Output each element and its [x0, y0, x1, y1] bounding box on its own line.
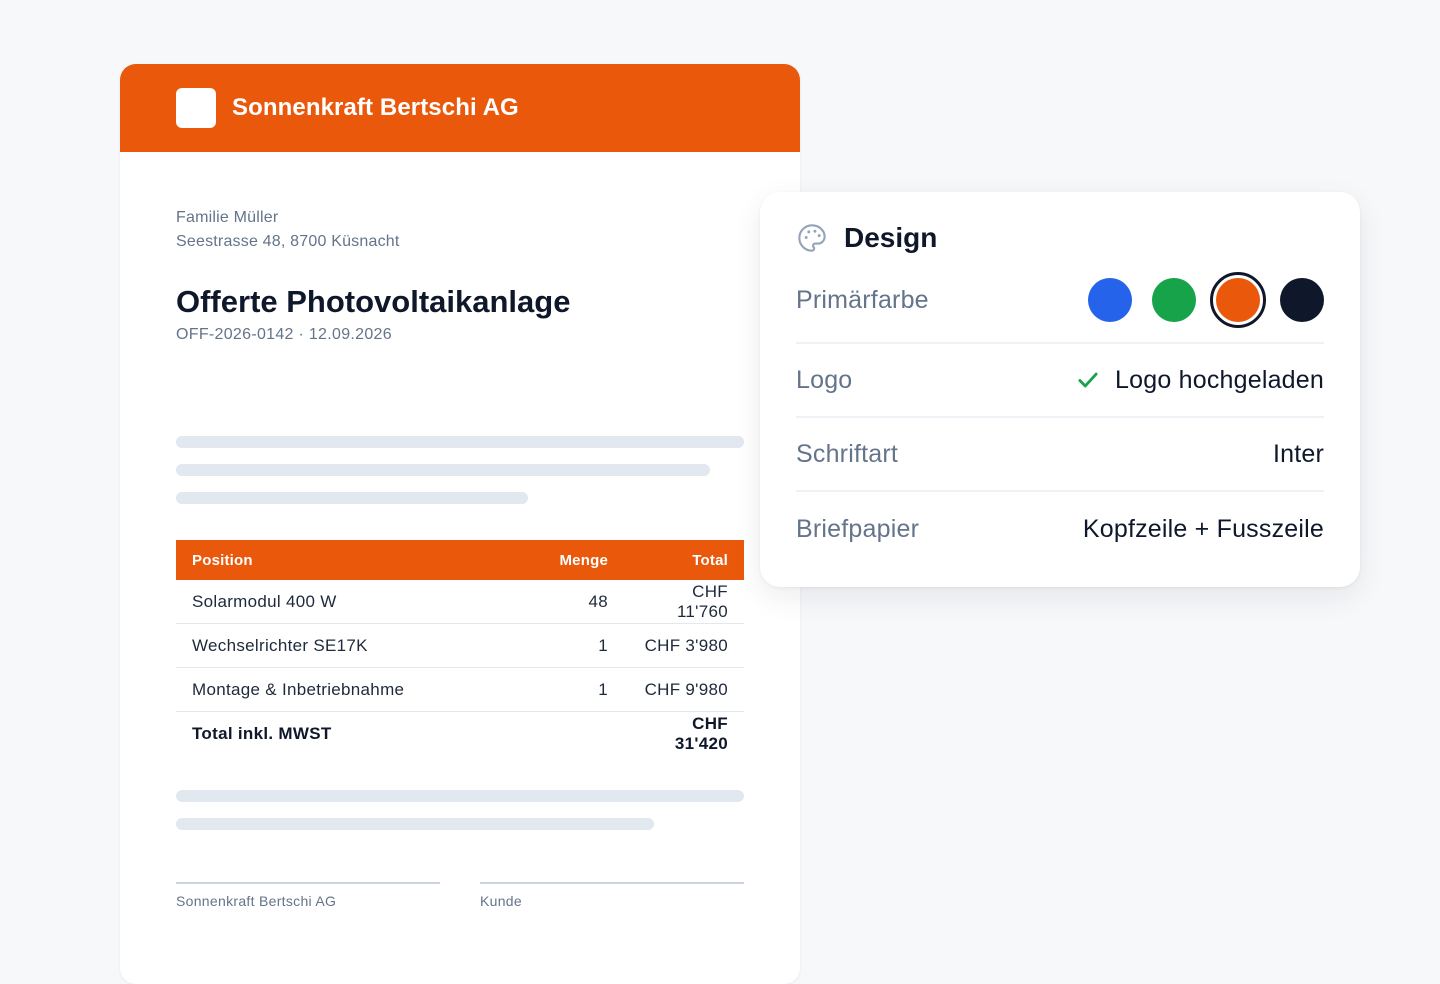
- company-logo: [176, 88, 216, 128]
- cell-total: CHF 3'980: [624, 623, 744, 668]
- placeholder-text-line: [176, 492, 528, 504]
- design-card-title: Design: [844, 222, 938, 253]
- table-header-row: Position Menge Total: [176, 540, 744, 580]
- setting-row-font[interactable]: Schriftart Inter: [796, 418, 1324, 492]
- cell-menge: 48: [508, 580, 624, 624]
- cell-menge: 1: [508, 667, 624, 712]
- color-swatch[interactable]: [1152, 278, 1196, 322]
- check-icon: [1078, 372, 1098, 388]
- cell-position: Montage & Inbetriebnahme: [176, 667, 508, 712]
- table-row: Montage & Inbetriebnahme 1 CHF 9'980: [176, 667, 744, 712]
- font-value: Inter: [1272, 439, 1324, 468]
- placeholder-text-line: [176, 436, 744, 448]
- recipient-name: Familie Müller: [176, 209, 279, 226]
- logo-status: Logo hochgeladen: [1075, 366, 1324, 395]
- logo-value: Logo hochgeladen: [1115, 365, 1324, 394]
- recipient-block: Familie Müller Seestrasse 48, 8700 Küsna…: [176, 206, 744, 254]
- line-items-table: Position Menge Total Solarmodul 400 W 48…: [176, 540, 744, 755]
- cell-position: Solarmodul 400 W: [176, 580, 508, 624]
- setting-row-letterhead[interactable]: Briefpapier Kopfzeile + Fusszeile: [796, 492, 1324, 566]
- font-label: Schriftart: [796, 439, 899, 468]
- total-label: Total inkl. MWST: [192, 723, 332, 743]
- cell-menge: 1: [508, 623, 624, 668]
- signature-label-customer: Kunde: [480, 893, 522, 909]
- document-reference: OFF-2026-0142 · 12.09.2026: [176, 326, 392, 343]
- column-header-position: Position: [176, 540, 508, 580]
- document-header: Sonnenkraft Bertschi AG: [120, 64, 800, 152]
- table-row: Wechselrichter SE17K 1 CHF 3'980: [176, 623, 744, 668]
- table-row: Solarmodul 400 W 48 CHF 11'760: [176, 580, 744, 624]
- color-swatch-group: [1068, 272, 1324, 328]
- column-header-total: Total: [624, 540, 744, 580]
- recipient-address: Seestrasse 48, 8700 Küsnacht: [176, 233, 400, 250]
- color-swatch-selected[interactable]: [1210, 272, 1266, 328]
- letterhead-label: Briefpapier: [796, 514, 920, 543]
- total-empty-cell: [508, 712, 624, 756]
- letterhead-value: Kopfzeile + Fusszeile: [1082, 514, 1324, 543]
- design-settings-card: Design Primärfarbe Logo Logo hochgeladen…: [760, 192, 1360, 587]
- signature-line-customer: [480, 882, 744, 884]
- primary-color-label: Primärfarbe: [796, 285, 929, 314]
- cell-position: Wechselrichter SE17K: [176, 623, 508, 668]
- color-swatch[interactable]: [1088, 278, 1132, 322]
- column-header-menge: Menge: [508, 540, 624, 580]
- company-name: Sonnenkraft Bertschi AG: [232, 94, 519, 121]
- document-title: Offerte Photovoltaikanlage: [176, 284, 571, 319]
- document-body: Familie Müller Seestrasse 48, 8700 Küsna…: [176, 152, 744, 909]
- placeholder-text-line: [176, 790, 744, 802]
- setting-row-logo[interactable]: Logo Logo hochgeladen: [796, 344, 1324, 418]
- signature-line-company: [176, 882, 440, 884]
- total-value: CHF 31'420: [674, 713, 728, 753]
- placeholder-text-line: [176, 818, 654, 830]
- signature-label-company: Sonnenkraft Bertschi AG: [176, 893, 337, 909]
- setting-row-primary-color: Primärfarbe: [796, 258, 1324, 344]
- color-swatch[interactable]: [1280, 278, 1324, 322]
- cell-total: CHF 9'980: [624, 667, 744, 712]
- design-card-header: Design: [796, 222, 1324, 254]
- cell-total: CHF 11'760: [624, 580, 744, 624]
- palette-icon: [798, 224, 826, 252]
- document-preview: Sonnenkraft Bertschi AG Familie Müller S…: [120, 64, 800, 984]
- placeholder-text-line: [176, 464, 710, 476]
- logo-label: Logo: [796, 365, 853, 394]
- table-total-row: Total inkl. MWST CHF 31'420: [176, 712, 744, 756]
